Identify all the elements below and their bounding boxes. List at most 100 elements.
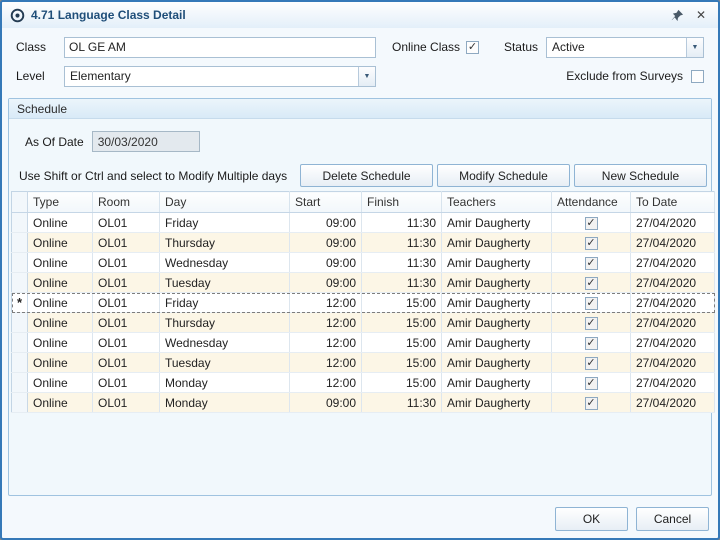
form-row-1: Class Online Class ✓ Status Active ▼ — [16, 35, 704, 59]
exclude-from-surveys-checkbox[interactable] — [691, 70, 704, 83]
cell-day: Tuesday — [160, 353, 290, 373]
cell-teachers: Amir Daugherty — [442, 313, 552, 333]
status-dropdown[interactable]: Active ▼ — [546, 37, 704, 58]
cell-finish: 15:00 — [362, 353, 442, 373]
level-label: Level — [16, 69, 64, 83]
cell-day: Thursday — [160, 233, 290, 253]
cell-teachers: Amir Daugherty — [442, 373, 552, 393]
table-row[interactable]: *OnlineOL01Friday12:0015:00Amir Daughert… — [12, 293, 715, 313]
cell-start: 12:00 — [290, 353, 362, 373]
attendance-checkbox[interactable]: ✓ — [585, 357, 598, 370]
cell-start: 09:00 — [290, 393, 362, 413]
attendance-checkbox[interactable]: ✓ — [585, 397, 598, 410]
as-of-date-field[interactable]: 30/03/2020 — [92, 131, 200, 152]
row-marker — [12, 213, 28, 233]
cell-to-date: 27/04/2020 — [631, 373, 715, 393]
cell-teachers: Amir Daugherty — [442, 333, 552, 353]
delete-schedule-button[interactable]: Delete Schedule — [300, 164, 433, 187]
attendance-checkbox[interactable]: ✓ — [585, 377, 598, 390]
attendance-checkbox[interactable]: ✓ — [585, 217, 598, 230]
cell-attendance: ✓ — [552, 253, 631, 273]
form-area: Class Online Class ✓ Status Active ▼ Lev… — [2, 28, 718, 96]
table-row[interactable]: OnlineOL01Tuesday12:0015:00Amir Daughert… — [12, 353, 715, 373]
cell-teachers: Amir Daugherty — [442, 393, 552, 413]
status-value: Active — [547, 40, 686, 54]
column-header-day[interactable]: Day — [160, 192, 290, 213]
close-icon[interactable]: ✕ — [692, 6, 710, 24]
cell-room: OL01 — [93, 333, 160, 353]
column-header-attendance[interactable]: Attendance — [552, 192, 631, 213]
table-row[interactable]: OnlineOL01Wednesday09:0011:30Amir Daughe… — [12, 253, 715, 273]
cell-to-date: 27/04/2020 — [631, 273, 715, 293]
cell-type: Online — [28, 273, 93, 293]
cancel-button[interactable]: Cancel — [636, 507, 709, 531]
cell-finish: 11:30 — [362, 393, 442, 413]
cell-day: Thursday — [160, 313, 290, 333]
attendance-checkbox[interactable]: ✓ — [585, 337, 598, 350]
cell-day: Monday — [160, 373, 290, 393]
column-header-type[interactable]: Type — [28, 192, 93, 213]
cell-day: Wednesday — [160, 253, 290, 273]
column-header-teachers[interactable]: Teachers — [442, 192, 552, 213]
schedule-group-body: As Of Date 30/03/2020 Use Shift or Ctrl … — [9, 119, 711, 495]
cell-finish: 11:30 — [362, 253, 442, 273]
cell-to-date: 27/04/2020 — [631, 353, 715, 373]
cell-day: Tuesday — [160, 273, 290, 293]
attendance-checkbox[interactable]: ✓ — [585, 277, 598, 290]
table-row[interactable]: OnlineOL01Tuesday09:0011:30Amir Daughert… — [12, 273, 715, 293]
table-row[interactable]: OnlineOL01Monday09:0011:30Amir Daugherty… — [12, 393, 715, 413]
dialog-language-class-detail: 4.71 Language Class Detail ✕ Class Onlin… — [0, 0, 720, 540]
column-header-room[interactable]: Room — [93, 192, 160, 213]
form-row-2: Level Elementary ▼ Exclude from Surveys — [16, 64, 704, 88]
cell-room: OL01 — [93, 233, 160, 253]
cell-finish: 11:30 — [362, 213, 442, 233]
cell-room: OL01 — [93, 393, 160, 413]
cell-finish: 15:00 — [362, 313, 442, 333]
table-row[interactable]: OnlineOL01Friday09:0011:30Amir Daugherty… — [12, 213, 715, 233]
online-class-label: Online Class — [392, 40, 460, 54]
app-icon — [10, 8, 25, 23]
chevron-down-icon[interactable]: ▼ — [358, 67, 375, 86]
column-header-start[interactable]: Start — [290, 192, 362, 213]
online-class-checkbox[interactable]: ✓ — [466, 41, 479, 54]
cell-start: 09:00 — [290, 273, 362, 293]
cell-type: Online — [28, 233, 93, 253]
row-marker — [12, 253, 28, 273]
cell-start: 09:00 — [290, 233, 362, 253]
cell-finish: 15:00 — [362, 333, 442, 353]
ok-button[interactable]: OK — [555, 507, 628, 531]
cell-teachers: Amir Daugherty — [442, 253, 552, 273]
cell-day: Friday — [160, 293, 290, 313]
cell-finish: 15:00 — [362, 373, 442, 393]
cell-to-date: 27/04/2020 — [631, 293, 715, 313]
table-row[interactable]: OnlineOL01Thursday12:0015:00Amir Daugher… — [12, 313, 715, 333]
column-header-to-date[interactable]: To Date — [631, 192, 715, 213]
new-schedule-button[interactable]: New Schedule — [574, 164, 707, 187]
window-title: 4.71 Language Class Detail — [31, 8, 186, 22]
cell-room: OL01 — [93, 213, 160, 233]
as-of-date-row: As Of Date 30/03/2020 — [25, 131, 709, 152]
cell-finish: 15:00 — [362, 293, 442, 313]
cell-teachers: Amir Daugherty — [442, 293, 552, 313]
status-label: Status — [504, 40, 538, 54]
cell-room: OL01 — [93, 293, 160, 313]
cell-type: Online — [28, 253, 93, 273]
table-row[interactable]: OnlineOL01Wednesday12:0015:00Amir Daughe… — [12, 333, 715, 353]
cell-room: OL01 — [93, 253, 160, 273]
attendance-checkbox[interactable]: ✓ — [585, 317, 598, 330]
modify-schedule-button[interactable]: Modify Schedule — [437, 164, 570, 187]
table-row[interactable]: OnlineOL01Monday12:0015:00Amir Daugherty… — [12, 373, 715, 393]
column-header-finish[interactable]: Finish — [362, 192, 442, 213]
cell-attendance: ✓ — [552, 233, 631, 253]
table-header-row: Type Room Day Start Finish Teachers Atte… — [12, 192, 715, 213]
row-marker — [12, 273, 28, 293]
attendance-checkbox[interactable]: ✓ — [585, 297, 598, 310]
level-dropdown[interactable]: Elementary ▼ — [64, 66, 376, 87]
attendance-checkbox[interactable]: ✓ — [585, 257, 598, 270]
attendance-checkbox[interactable]: ✓ — [585, 237, 598, 250]
cell-type: Online — [28, 293, 93, 313]
pin-icon[interactable] — [668, 6, 686, 24]
chevron-down-icon[interactable]: ▼ — [686, 38, 703, 57]
table-row[interactable]: OnlineOL01Thursday09:0011:30Amir Daugher… — [12, 233, 715, 253]
class-input[interactable] — [64, 37, 376, 58]
